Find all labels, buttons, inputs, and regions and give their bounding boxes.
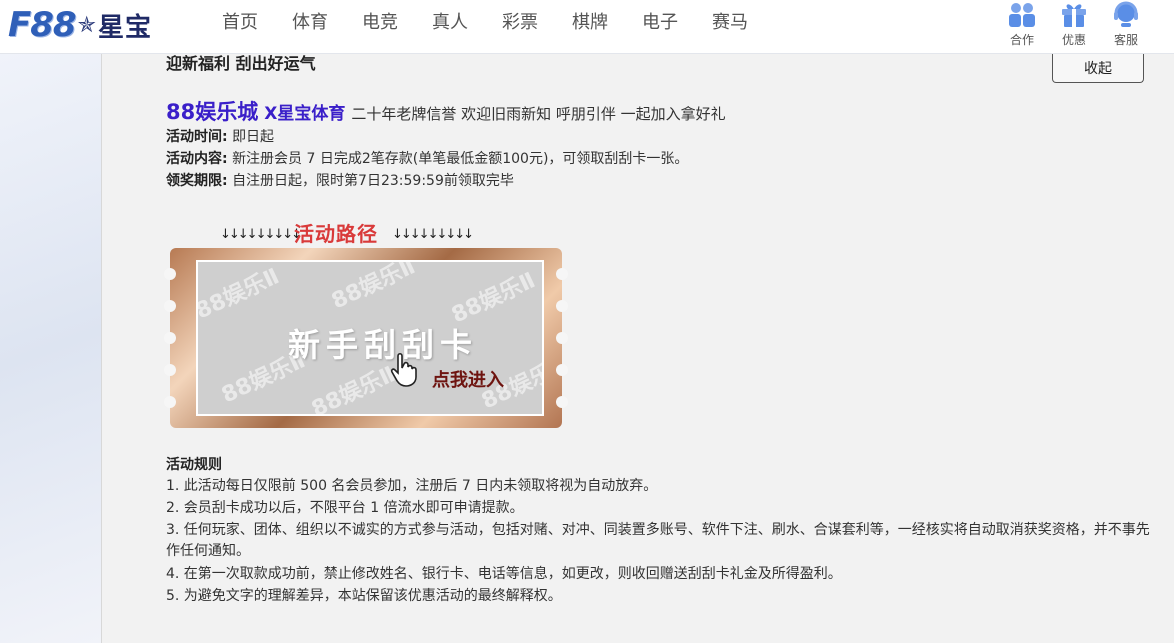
card-notch: [556, 396, 568, 408]
time-label: 活动时间:: [166, 129, 228, 145]
nav-slots[interactable]: 电子: [642, 11, 678, 35]
page-title: 迎新福利 刮出好运气: [166, 54, 316, 73]
nav-live[interactable]: 真人: [432, 11, 468, 35]
site-logo[interactable]: F88 ✯ 星宝: [8, 2, 186, 48]
background-decoration: [0, 54, 101, 643]
rule-item: 3. 任何玩家、团体、组织以不诚实的方式参与活动，包括对赌、对冲、同装置多账号、…: [166, 522, 1150, 559]
logo-brand: 星宝: [97, 12, 152, 43]
logo-star-icon: ✯: [77, 12, 96, 38]
headline-desc: 二十年老牌信誉 欢迎旧雨新知 呼朋引伴 一起加入拿好礼: [351, 105, 726, 123]
pointer-hand-icon: [390, 350, 430, 392]
nav-home[interactable]: 首页: [222, 11, 258, 35]
partner-label: 合作: [1009, 33, 1034, 47]
support-label: 客服: [1113, 33, 1138, 47]
collapse-button[interactable]: 收起: [1052, 54, 1144, 83]
headline-main: 88娱乐城: [166, 100, 259, 124]
promo-headline: 88娱乐城 X星宝体育 二十年老牌信誉 欢迎旧雨新知 呼朋引伴 一起加入拿好礼: [166, 96, 726, 126]
rule-item: 2. 会员刮卡成功以后，不限平台 1 倍流水即可申请提款。: [166, 500, 524, 516]
support-icon: [1111, 1, 1141, 29]
promotion-detail-panel: 迎新福利 刮出好运气 收起 88娱乐城 X星宝体育 二十年老牌信誉 欢迎旧雨新知…: [101, 54, 1174, 643]
watermark: 88娱乐Ⅱ: [196, 264, 284, 325]
rule-item: 1. 此活动每日仅限前 500 名会员参加，注册后 7 日内未领取将视为自动放弃…: [166, 478, 658, 494]
support-button[interactable]: 客服: [1100, 0, 1152, 48]
deadline-value: 自注册日起，限时第7日23:59:59前领取完毕: [232, 173, 514, 189]
partner-button[interactable]: 合作: [996, 0, 1048, 48]
activity-content: 活动内容: 新注册会员 7 日完成2笔存款(单笔最低金额100元)，可领取刮刮卡…: [166, 149, 688, 169]
card-notch: [164, 332, 176, 344]
scratch-card-banner[interactable]: 88娱乐Ⅱ 88娱乐Ⅱ 88娱乐Ⅱ 88娱乐Ⅱ 88娱乐Ⅱ 88娱乐Ⅱ 新手刮刮…: [164, 244, 568, 432]
rules-title: 活动规则: [166, 457, 222, 473]
path-label: 活动路径: [294, 222, 378, 246]
promo-button[interactable]: 优惠: [1048, 0, 1100, 48]
card-inner: 88娱乐Ⅱ 88娱乐Ⅱ 88娱乐Ⅱ 88娱乐Ⅱ 88娱乐Ⅱ 88娱乐Ⅱ 新手刮刮…: [196, 260, 544, 416]
main-nav: 首页 体育 电竞 真人 彩票 棋牌 电子 赛马: [222, 11, 782, 35]
headline-sub: X星宝体育: [264, 104, 346, 124]
card-frame: 88娱乐Ⅱ 88娱乐Ⅱ 88娱乐Ⅱ 88娱乐Ⅱ 88娱乐Ⅱ 88娱乐Ⅱ 新手刮刮…: [170, 248, 562, 428]
nav-cards[interactable]: 棋牌: [572, 11, 608, 35]
card-notch: [556, 364, 568, 376]
card-notch: [164, 268, 176, 280]
promo-label: 优惠: [1061, 33, 1086, 47]
arrows-left: ↓↓↓↓↓↓↓↓↓: [220, 227, 302, 242]
card-notch: [164, 300, 176, 312]
time-value: 即日起: [232, 129, 275, 145]
rule-item: 4. 在第一次取款成功前，禁止修改姓名、银行卡、电话等信息，如更改，则收回赠送刮…: [166, 566, 842, 582]
card-title: 新手刮刮卡: [288, 326, 479, 364]
card-notch: [164, 364, 176, 376]
nav-racing[interactable]: 赛马: [712, 11, 748, 35]
card-notch: [556, 268, 568, 280]
logo-text: F88: [8, 5, 77, 45]
activity-deadline: 领奖期限: 自注册日起，限时第7日23:59:59前领取完毕: [166, 171, 514, 191]
top-navbar: F88 ✯ 星宝 首页 体育 电竞 真人 彩票 棋牌 电子 赛马 合作 优惠 客…: [0, 0, 1174, 54]
partner-icon: [1007, 1, 1037, 29]
card-notch: [556, 332, 568, 344]
content-label: 活动内容:: [166, 151, 228, 167]
activity-time: 活动时间: 即日起: [166, 127, 274, 147]
watermark: 88娱乐Ⅱ: [327, 260, 420, 315]
nav-esports[interactable]: 电竞: [362, 11, 398, 35]
header-actions: 合作 优惠 客服: [996, 0, 1152, 48]
card-enter-text: 点我进入: [432, 370, 504, 391]
content-value: 新注册会员 7 日完成2笔存款(单笔最低金额100元)，可领取刮刮卡一张。: [232, 151, 689, 167]
deadline-label: 领奖期限:: [166, 173, 228, 189]
rule-item: 5. 为避免文字的理解差异，本站保留该优惠活动的最终解释权。: [166, 588, 562, 604]
arrows-right: ↓↓↓↓↓↓↓↓↓: [392, 227, 474, 242]
gift-icon: [1059, 1, 1089, 29]
card-notch: [164, 396, 176, 408]
nav-lottery[interactable]: 彩票: [502, 11, 538, 35]
card-notch: [556, 300, 568, 312]
nav-sports[interactable]: 体育: [292, 11, 328, 35]
